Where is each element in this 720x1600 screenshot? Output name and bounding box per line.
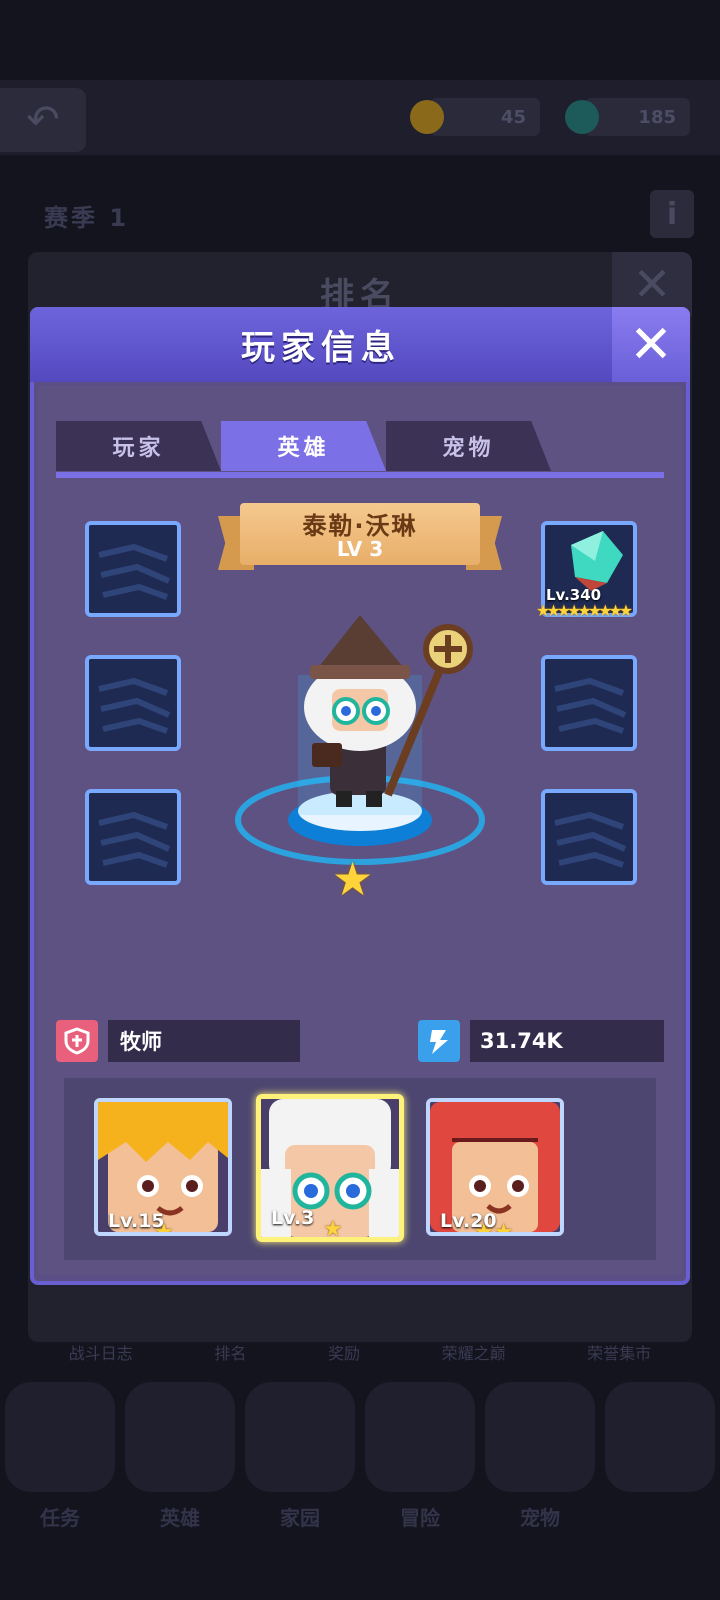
gem-value: 185 — [638, 106, 676, 128]
roster-stars: ★★ — [474, 1220, 514, 1236]
close-icon: ✕ — [632, 257, 672, 311]
empty-slot-icon — [554, 811, 627, 868]
nav-locked[interactable] — [605, 1382, 715, 1492]
info-button[interactable]: i — [650, 190, 694, 238]
tab-pet[interactable]: 宠物 — [386, 421, 551, 471]
tab-battle-log[interactable]: 战斗日志 — [69, 1340, 133, 1364]
roster-stars: ★ — [323, 1217, 343, 1242]
hero-name: 泰勒·沃琳 — [302, 512, 418, 540]
hero-star-icon: ★ — [332, 852, 374, 906]
tab-rewards[interactable]: 奖励 — [328, 1340, 360, 1364]
combat-power: 31.74K — [470, 1020, 664, 1062]
roster-stars: ★ — [154, 1220, 174, 1236]
tab-player[interactable]: 玩家 — [56, 421, 221, 471]
nav-adventure-label: 冒险 — [400, 1506, 440, 1530]
gold-counter: 45 — [410, 98, 540, 136]
tab-honor-market[interactable]: 荣誉集市 — [587, 1340, 651, 1364]
gold-coin-icon — [410, 100, 444, 134]
empty-slot-icon — [98, 543, 171, 600]
empty-slot-icon — [554, 677, 627, 734]
back-arrow-icon: ↶ — [26, 97, 60, 143]
ranking-tabs: 战斗日志 排名 奖励 荣耀之巅 荣誉集市 — [28, 1340, 692, 1364]
priest-shield-icon — [64, 1027, 90, 1055]
nav-adventure[interactable] — [365, 1382, 475, 1492]
nav-heroes[interactable] — [125, 1382, 235, 1492]
gold-value: 45 — [500, 106, 526, 128]
dialog-title: 玩家信息 — [30, 307, 612, 382]
class-icon — [56, 1020, 98, 1062]
equipment-slot-3[interactable] — [85, 789, 181, 885]
bottom-nav: 任务 英雄 家园 冒险 宠物 — [0, 1372, 720, 1552]
nav-home-label: 家园 — [280, 1506, 320, 1530]
back-button[interactable]: ↶ — [0, 88, 86, 152]
dialog-close-button[interactable]: ✕ — [612, 307, 690, 382]
power-icon — [418, 1020, 460, 1062]
nav-quests[interactable] — [5, 1382, 115, 1492]
nav-quests-label: 任务 — [40, 1506, 80, 1530]
nav-pets[interactable] — [485, 1382, 595, 1492]
roster-level: Lv.3 — [271, 1207, 315, 1229]
tab-glory-peak[interactable]: 荣耀之巅 — [442, 1340, 506, 1364]
tab-hero[interactable]: 英雄 — [221, 421, 386, 471]
nav-heroes-label: 英雄 — [160, 1506, 200, 1530]
tab-underline — [56, 472, 664, 478]
equipment-slot-6[interactable] — [541, 789, 637, 885]
gem-counter: 185 — [565, 98, 690, 136]
roster-card-3[interactable]: Lv.20 ★★ — [426, 1098, 564, 1236]
empty-slot-icon — [98, 811, 171, 868]
empty-slot-icon — [98, 677, 171, 734]
season-label: 赛季 1 — [44, 204, 130, 232]
equipment-slot-1[interactable] — [85, 521, 181, 617]
equipment-slot-5[interactable] — [541, 655, 637, 751]
roster-card-2-selected[interactable]: Lv.3 ★ — [256, 1094, 404, 1242]
roster-card-1[interactable]: Lv.15 ★ — [94, 1098, 232, 1236]
tab-ranking[interactable]: 排名 — [214, 1340, 246, 1364]
gem-stars: ★★★★★★★★★ — [536, 601, 633, 620]
hero-class: 牧师 — [108, 1020, 300, 1062]
close-icon: ✕ — [629, 314, 673, 375]
combat-power-icon — [430, 1030, 448, 1054]
nav-home[interactable] — [245, 1382, 355, 1492]
equipment-slot-2[interactable] — [85, 655, 181, 751]
gem-icon — [565, 100, 599, 134]
hero-level: LV 3 — [336, 537, 384, 561]
nav-pets-label: 宠物 — [520, 1506, 560, 1530]
